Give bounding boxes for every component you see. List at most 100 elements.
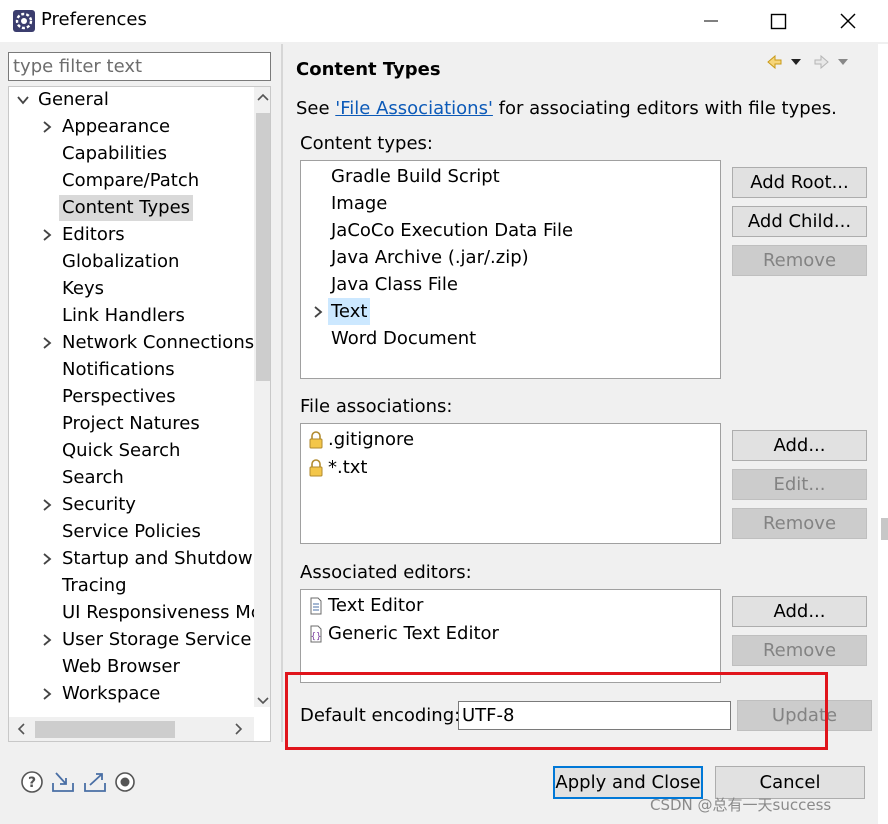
maximize-button[interactable] — [760, 6, 796, 36]
content-type-label: Java Class File — [331, 274, 458, 295]
content-types-label: Content types: — [300, 133, 433, 154]
edit-file-association-button[interactable]: Edit... — [732, 469, 867, 500]
title-bar: Preferences — [0, 0, 888, 42]
file-associations-label: File associations: — [300, 396, 453, 417]
hint-suffix: for associating editors with file types. — [492, 98, 837, 119]
collapsed-chevron-icon[interactable] — [41, 337, 53, 349]
content-type-label: Image — [331, 193, 388, 214]
file-association-item[interactable]: *.txt — [308, 454, 368, 481]
content-type-item[interactable]: Word Document — [331, 325, 476, 352]
forward-arrow-icon[interactable] — [814, 54, 829, 70]
tree-item-label: Service Policies — [62, 521, 201, 542]
content-type-item[interactable]: Gradle Build Script — [331, 163, 500, 190]
tree-item[interactable]: Quick Search — [9, 438, 254, 464]
tree-item[interactable]: Capabilities — [9, 141, 254, 167]
tree-item[interactable]: Content Types — [9, 195, 254, 221]
remove-content-type-button[interactable]: Remove — [732, 245, 867, 276]
scroll-down-icon[interactable] — [254, 691, 271, 711]
collapsed-chevron-icon[interactable] — [41, 688, 53, 700]
tree-item[interactable]: UI Responsiveness Mc — [9, 600, 261, 626]
tree-item-label: Appearance — [62, 116, 171, 137]
help-icon[interactable]: ? — [21, 771, 43, 793]
tree-item[interactable]: Editors — [9, 222, 254, 248]
import-icon[interactable] — [52, 772, 74, 792]
tree-item[interactable]: Globalization — [9, 249, 254, 275]
collapsed-chevron-icon[interactable] — [41, 634, 53, 646]
tree-item-label: Search — [62, 467, 124, 488]
scroll-right-icon[interactable] — [229, 717, 249, 742]
close-button[interactable] — [830, 6, 866, 36]
tree-item[interactable]: Security — [9, 492, 254, 518]
tree-item-label: Startup and Shutdow — [62, 548, 253, 569]
associated-editors-label: Associated editors: — [300, 562, 472, 583]
tree-item[interactable]: Network Connections — [9, 330, 254, 356]
remove-editor-button[interactable]: Remove — [732, 635, 867, 666]
tree-item[interactable]: Workspace — [9, 681, 254, 707]
editor-item[interactable]: Text Editor — [308, 592, 423, 619]
associated-editors-list: Text Editor {} Generic Text Editor — [300, 589, 721, 683]
collapsed-chevron-icon[interactable] — [41, 553, 53, 565]
tree-item[interactable]: Web Browser — [9, 654, 254, 680]
svg-text:?: ? — [28, 775, 36, 791]
tree-item[interactable]: Keys — [9, 276, 254, 302]
content-type-item[interactable]: Java Class File — [331, 271, 458, 298]
content-type-item[interactable]: Text — [314, 298, 371, 325]
svg-text:{}: {} — [311, 632, 322, 642]
history-nav — [767, 54, 848, 70]
collapsed-chevron-icon[interactable] — [41, 229, 53, 241]
tree-item-label: Link Handlers — [62, 305, 185, 326]
minimize-button[interactable] — [693, 6, 729, 36]
tree-horizontal-scrollbar[interactable] — [9, 717, 254, 742]
tree-item[interactable]: Search — [9, 465, 254, 491]
content-type-label: Java Archive (.jar/.zip) — [331, 247, 529, 268]
back-arrow-icon[interactable] — [767, 54, 782, 70]
tree-item[interactable]: Notifications — [9, 357, 254, 383]
filter-input[interactable] — [8, 52, 271, 81]
back-menu-chevron-icon[interactable] — [791, 59, 801, 65]
tree-item-label: Web Browser — [62, 656, 180, 677]
content-type-label: Gradle Build Script — [331, 166, 500, 187]
tree-item[interactable]: Project Natures — [9, 411, 254, 437]
file-association-item-label: *.txt — [328, 457, 368, 478]
tree-item[interactable]: User Storage Service — [9, 627, 254, 653]
tree-horizontal-scroll-thumb[interactable] — [35, 721, 175, 738]
tree-item[interactable]: Service Policies — [9, 519, 254, 545]
add-child-button[interactable]: Add Child... — [732, 206, 867, 237]
eclipse-app-icon — [12, 9, 36, 33]
content-type-item[interactable]: Java Archive (.jar/.zip) — [331, 244, 529, 271]
tree-item[interactable]: General — [9, 87, 254, 113]
pane-divider[interactable] — [281, 44, 283, 742]
file-association-item-label: .gitignore — [328, 429, 415, 450]
text-file-icon — [310, 597, 322, 615]
tree-item[interactable]: Perspectives — [9, 384, 254, 410]
tree-item[interactable]: Compare/Patch — [9, 168, 254, 194]
expanded-chevron-icon[interactable] — [17, 94, 29, 106]
file-associations-link[interactable]: 'File Associations' — [335, 98, 493, 119]
editor-item[interactable]: {} Generic Text Editor — [308, 620, 499, 647]
collapsed-chevron-icon[interactable] — [312, 306, 324, 318]
remove-file-association-button[interactable]: Remove — [732, 508, 867, 539]
tree-item[interactable]: Link Handlers — [9, 303, 254, 329]
generic-editor-icon: {} — [310, 625, 322, 643]
tree-item-label: UI Responsiveness Mc — [62, 602, 261, 623]
add-editor-button[interactable]: Add... — [732, 596, 867, 627]
tree-item[interactable]: Startup and Shutdow — [9, 546, 254, 572]
editor-item-label: Generic Text Editor — [328, 623, 499, 644]
tree-item[interactable]: Tracing — [9, 573, 254, 599]
collapsed-chevron-icon[interactable] — [41, 499, 53, 511]
record-icon[interactable] — [115, 772, 135, 792]
scroll-left-icon[interactable] — [11, 717, 31, 742]
collapsed-chevron-icon[interactable] — [41, 121, 53, 133]
content-type-item[interactable]: Image — [331, 190, 387, 217]
tree-vertical-scrollbar[interactable] — [254, 87, 271, 707]
scroll-up-icon[interactable] — [254, 87, 271, 107]
add-root-button[interactable]: Add Root... — [732, 167, 867, 198]
tree-item[interactable]: Appearance — [9, 114, 254, 140]
file-association-item[interactable]: .gitignore — [308, 426, 414, 453]
tree-vertical-scroll-thumb[interactable] — [256, 113, 270, 381]
export-icon[interactable] — [84, 773, 106, 792]
add-file-association-button[interactable]: Add... — [732, 430, 867, 461]
background-window-fragment — [881, 518, 888, 540]
forward-menu-chevron-icon[interactable] — [838, 59, 848, 65]
content-type-item[interactable]: JaCoCo Execution Data File — [331, 217, 573, 244]
